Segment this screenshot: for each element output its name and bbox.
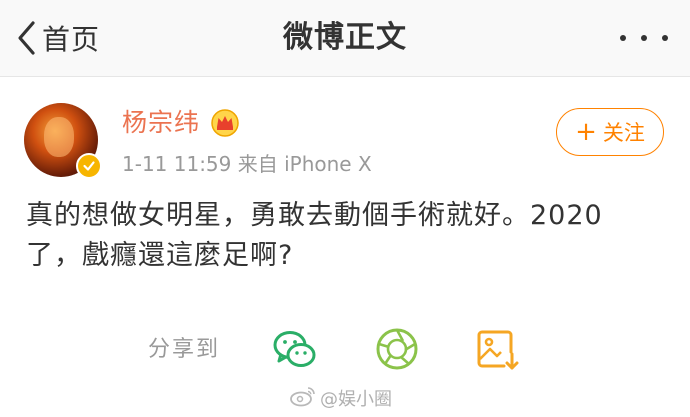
top-nav-bar: 首页 微博正文 — [0, 0, 690, 77]
more-dot-icon — [662, 35, 668, 41]
weibo-logo-icon — [290, 385, 320, 416]
watermark: @娱小圈 — [290, 386, 392, 414]
more-options-button[interactable] — [620, 24, 668, 52]
more-dot-icon — [620, 35, 626, 41]
save-image-icon[interactable] — [474, 326, 520, 372]
author-name[interactable]: 杨宗纬 — [122, 106, 200, 140]
share-label: 分享到 — [148, 337, 221, 362]
weibo-post-screen: 首页 微博正文 杨宗纬 1-11 11:59 来自 iPhone X + 关注 … — [0, 0, 690, 417]
verified-badge-icon — [76, 153, 102, 179]
follow-label: 关注 — [602, 121, 645, 145]
watermark-text: @娱小圈 — [320, 389, 392, 410]
wechat-icon[interactable] — [272, 326, 318, 372]
vip-crown-icon — [210, 108, 240, 138]
plus-icon: + — [575, 117, 597, 147]
post-meta: 1-11 11:59 来自 iPhone X — [122, 152, 372, 176]
follow-button[interactable]: + 关注 — [556, 108, 664, 156]
post-text: 真的想做女明星，勇敢去動個手術就好。2020了，戲癮還這麼足啊? — [26, 200, 603, 271]
avatar-photo — [44, 117, 74, 157]
moments-icon[interactable] — [374, 326, 420, 372]
more-dot-icon — [641, 35, 647, 41]
page-title: 微博正文 — [283, 20, 407, 55]
